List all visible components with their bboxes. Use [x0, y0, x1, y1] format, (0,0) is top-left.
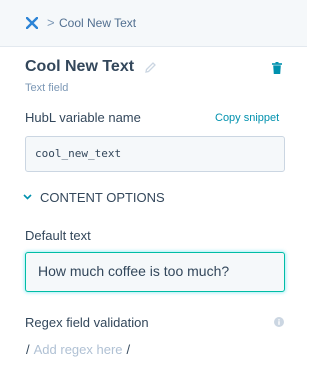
- hubl-variable-field[interactable]: cool_new_text: [25, 136, 285, 172]
- hubl-variable-value: cool_new_text: [35, 147, 122, 160]
- info-icon[interactable]: [274, 317, 284, 327]
- pencil-icon[interactable]: [144, 61, 157, 74]
- content-options-title: CONTENT OPTIONS: [40, 190, 165, 205]
- hubl-variable-label: HubL variable name: [25, 110, 141, 125]
- field-type-label: Text field: [25, 82, 69, 94]
- breadcrumb-separator: >: [47, 15, 55, 30]
- regex-validation-label: Regex field validation: [25, 315, 149, 330]
- regex-input[interactable]: / Add regex here /: [26, 342, 130, 357]
- copy-snippet-link[interactable]: Copy snippet: [215, 112, 279, 124]
- breadcrumb-bar: > Cool New Text: [0, 0, 307, 47]
- page-title: Cool New Text: [25, 58, 135, 75]
- trash-icon[interactable]: [272, 62, 282, 74]
- default-text-label: Default text: [25, 228, 91, 243]
- default-text-input[interactable]: How much coffee is too much?: [25, 252, 285, 292]
- chevron-down-icon: [23, 194, 32, 200]
- regex-open-slash: /: [26, 342, 30, 357]
- hubspot-sprocket-icon[interactable]: [26, 17, 38, 29]
- regex-close-slash: /: [126, 342, 131, 357]
- breadcrumb[interactable]: Cool New Text: [59, 16, 136, 30]
- regex-placeholder[interactable]: Add regex here: [34, 342, 123, 357]
- default-text-value: How much coffee is too much?: [38, 263, 230, 279]
